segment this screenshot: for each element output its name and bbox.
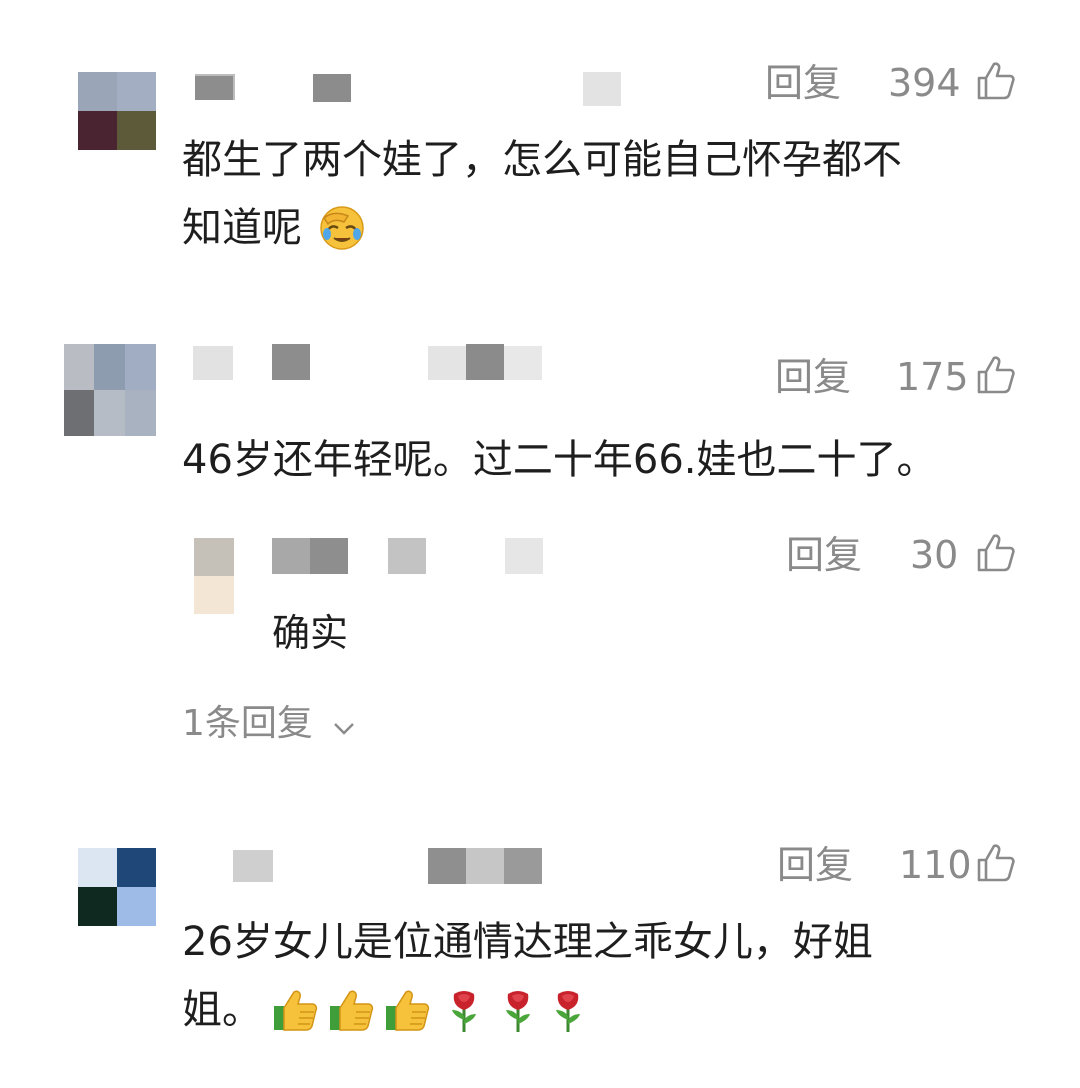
reply-button[interactable]: 回复 (786, 536, 862, 574)
rose-emoji-icon (452, 991, 476, 1032)
avatar[interactable] (194, 538, 234, 614)
avatar[interactable] (78, 72, 156, 150)
thumbs-up-emoji-icon (330, 990, 374, 1031)
comment-text: 46岁还年轻呢。过二十年66.娃也二十了。 (182, 437, 937, 483)
thumbs-up-emoji-icon (274, 990, 318, 1031)
comment-text: 都生了两个娃了，怎么可能自己怀孕都不 知道呢 (182, 137, 902, 251)
like-count: 30 (910, 533, 959, 577)
like-count: 110 (899, 843, 972, 887)
thumbs-up-icon[interactable] (975, 60, 1017, 102)
emoji-row (272, 986, 592, 1034)
avatar[interactable] (78, 848, 156, 926)
reply-button[interactable]: 回复 (765, 64, 841, 102)
thumbs-up-icon[interactable] (975, 532, 1017, 574)
thumbs-up-icon[interactable] (975, 842, 1017, 884)
reply-button[interactable]: 回复 (777, 846, 853, 884)
reply-button[interactable]: 回复 (775, 358, 851, 396)
like-count: 175 (896, 355, 969, 399)
rose-emoji-icon (506, 991, 530, 1032)
facepalm-emoji-icon (320, 206, 364, 250)
more-replies-label: 1条回复 (182, 703, 313, 744)
chevron-down-icon (334, 723, 354, 735)
more-replies-toggle[interactable]: 1条回复 (182, 706, 382, 746)
rose-emoji-icon (556, 991, 580, 1032)
reply-text: 确实 (272, 611, 349, 655)
thumbs-up-emoji-icon (386, 990, 430, 1031)
avatar[interactable] (64, 344, 156, 436)
thumbs-up-icon[interactable] (975, 354, 1017, 396)
like-count: 394 (888, 61, 961, 105)
